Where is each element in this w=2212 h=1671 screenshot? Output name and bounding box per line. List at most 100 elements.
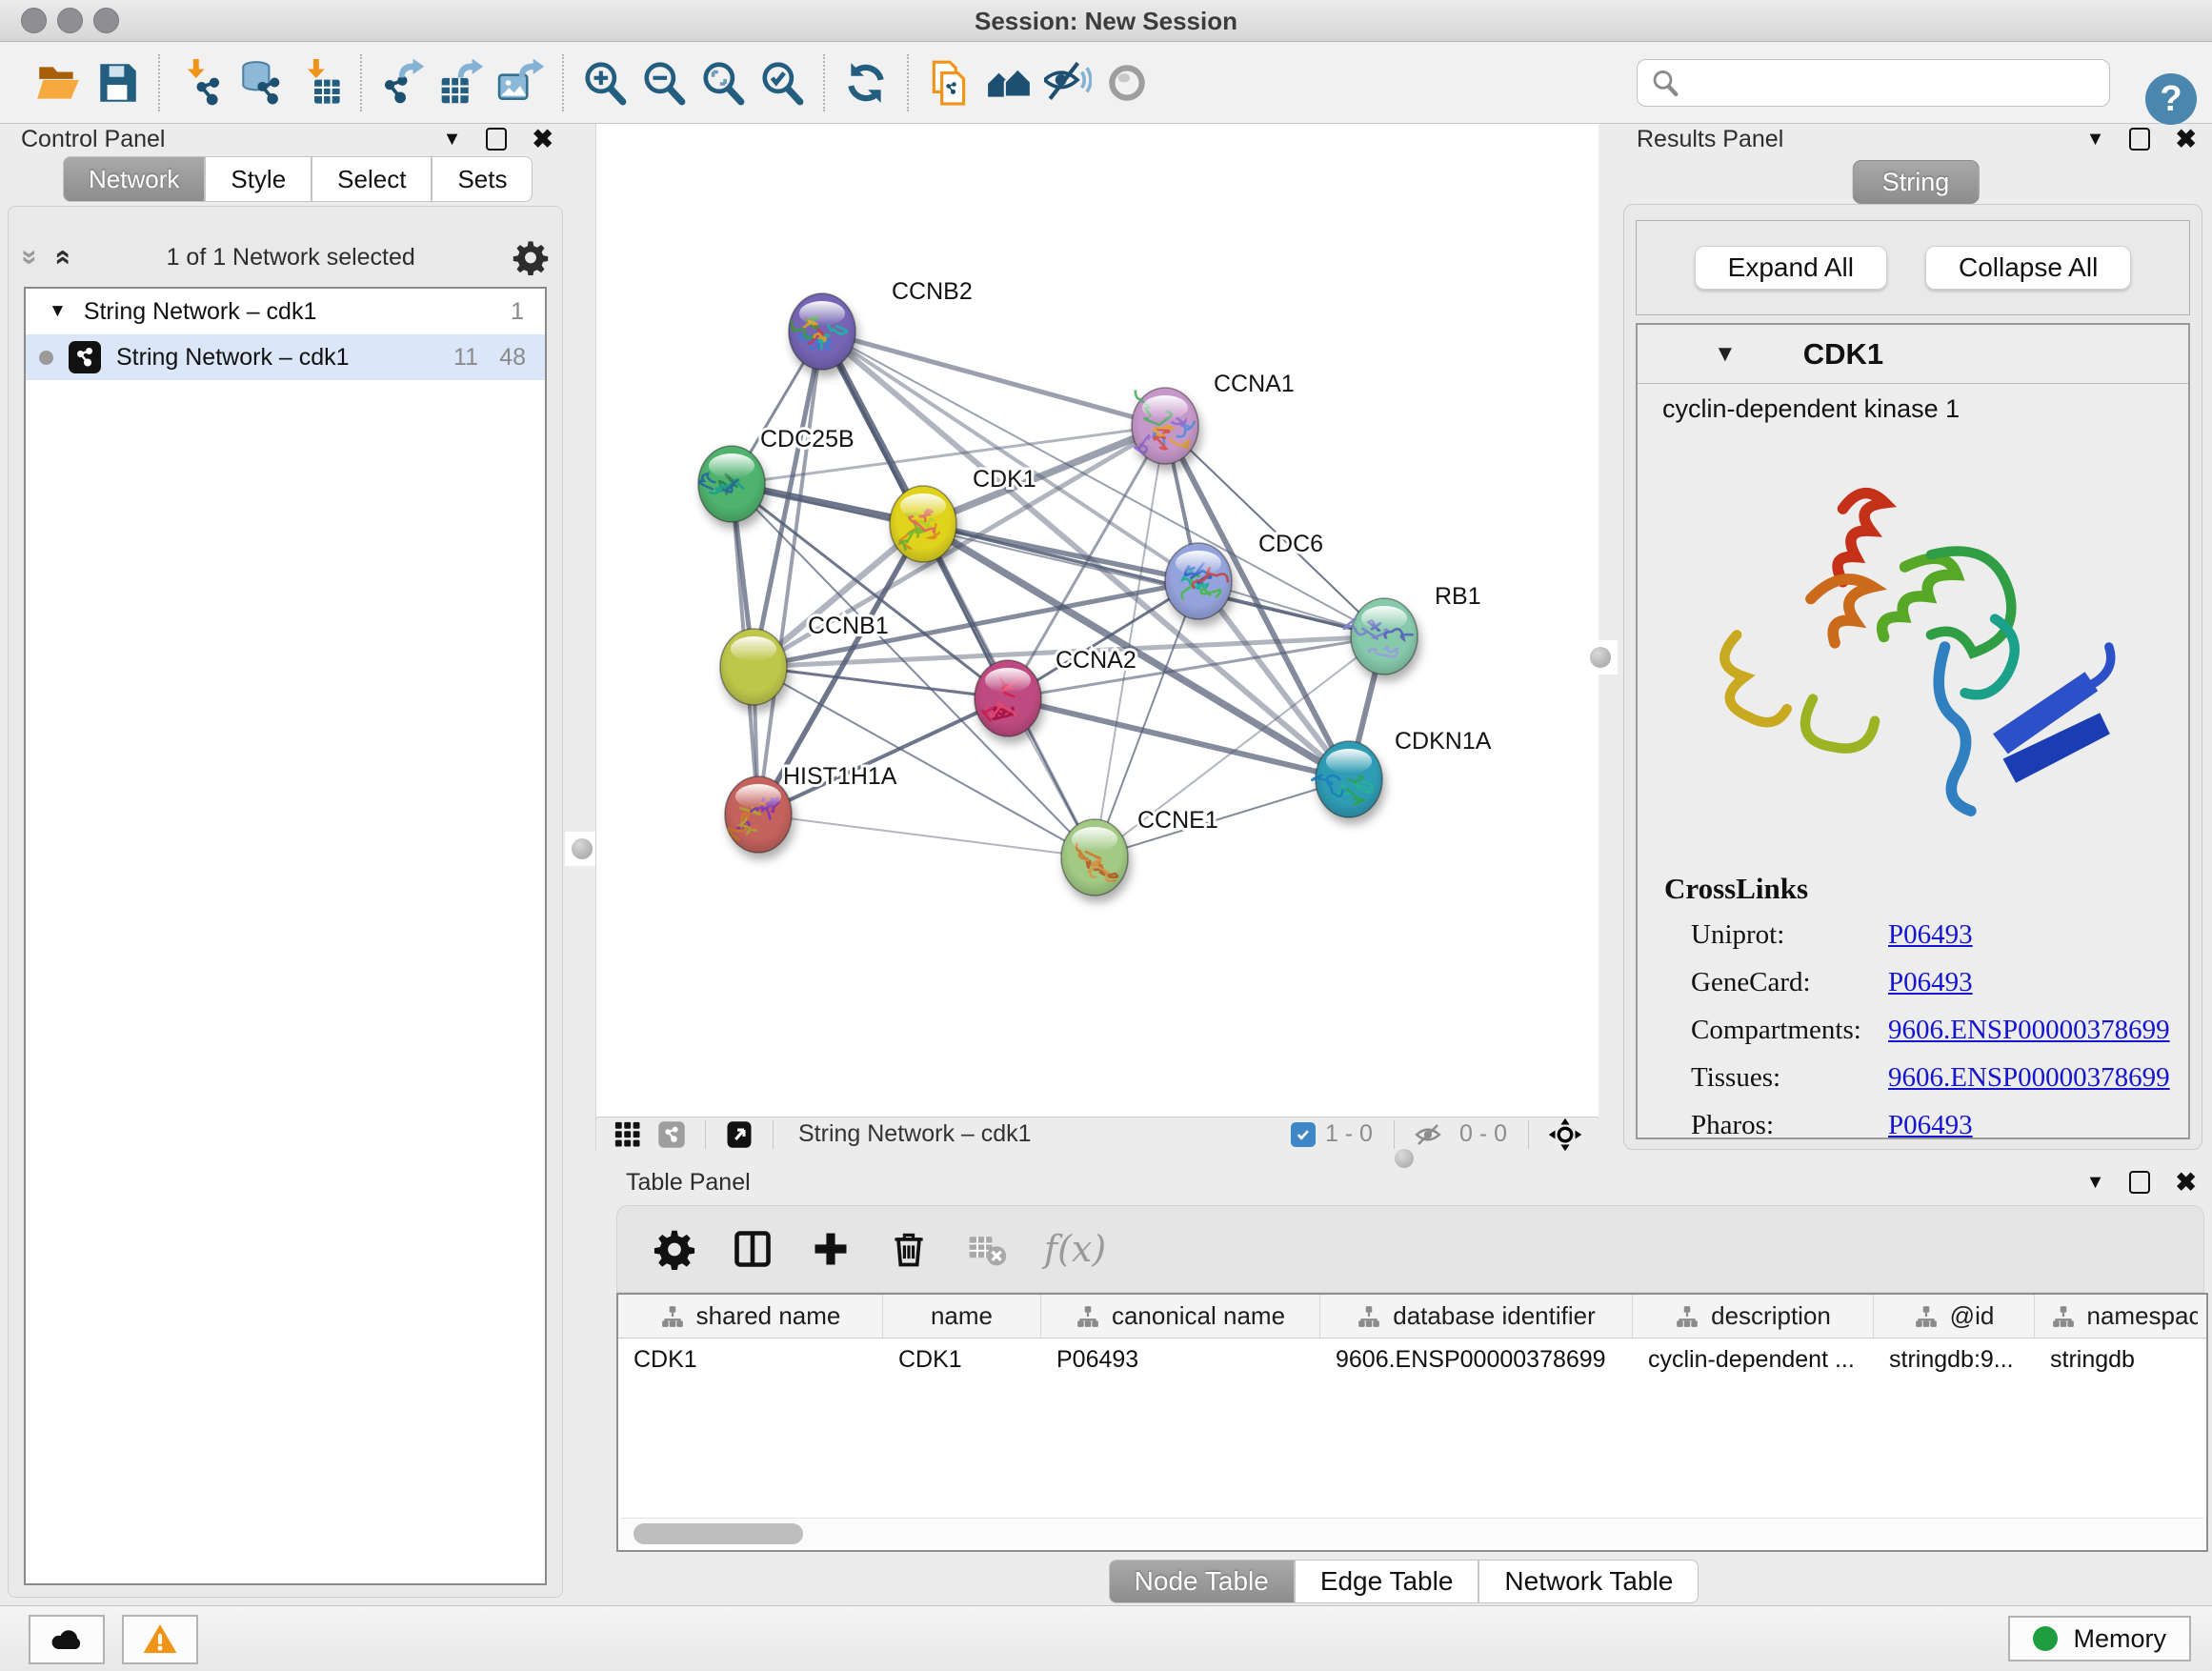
clone-network-button[interactable] [920,53,979,112]
table-cell[interactable]: 9606.ENSP00000378699 [1320,1339,1633,1380]
collapse-triangle-icon[interactable]: ▼ [1714,341,1737,368]
crosslink-link[interactable]: P06493 [1888,967,1973,998]
network-node-CDKN1A[interactable] [1312,741,1382,817]
horizontal-splitter-handle[interactable] [1395,1149,1414,1168]
search-box[interactable] [1637,59,2110,107]
add-column-icon[interactable] [810,1228,852,1270]
tab-sets[interactable]: Sets [432,156,533,202]
table-cell[interactable]: cyclin-dependent ... [1633,1339,1874,1380]
network-node-HIST1H1A[interactable] [725,776,792,853]
column-header-namespace[interactable]: namespace [2035,1295,2208,1338]
network-view-icon[interactable] [657,1120,686,1149]
table-options-gear-icon[interactable] [654,1228,695,1270]
column-header--id[interactable]: @id [1874,1295,2035,1338]
scrollbar-thumb[interactable] [633,1523,803,1544]
tab-string[interactable]: String [1853,160,1980,204]
network-node-CCNA2[interactable] [975,660,1041,736]
float-panel-icon[interactable] [2129,1171,2150,1194]
show-all-button[interactable] [979,53,1038,112]
network-node-CCNA1[interactable] [1132,388,1198,464]
network-node-CDC25B[interactable] [698,446,765,522]
hidden-eye-icon[interactable] [1414,1120,1442,1149]
network-node-RB1[interactable] [1344,598,1418,674]
panel-menu-icon[interactable]: ▼ [2086,1172,2105,1194]
column-header-name[interactable]: name [883,1295,1041,1338]
crosslink-link[interactable]: 9606.ENSP00000378699 [1888,1015,2170,1046]
function-builder-icon[interactable]: f(x) [1044,1228,1106,1270]
zoom-out-button[interactable] [634,53,694,112]
import-network-from-database-button[interactable] [231,53,290,112]
export-table-button[interactable] [432,53,492,112]
right-splitter-handle[interactable] [1583,640,1618,674]
left-splitter[interactable] [569,124,595,1605]
column-header-canonical-name[interactable]: canonical name [1041,1295,1320,1338]
show-columns-icon[interactable] [732,1228,774,1270]
delete-table-icon[interactable] [966,1228,1008,1270]
memory-button[interactable]: Memory [2008,1616,2191,1661]
tab-select[interactable]: Select [312,156,432,202]
search-input[interactable] [1689,70,2109,96]
table-cell[interactable]: stringdb:9... [1874,1339,2035,1380]
crosslink-link[interactable]: P06493 [1888,919,1973,951]
delete-column-icon[interactable] [888,1228,930,1270]
node-section-header[interactable]: ▼ CDK1 [1638,325,2188,384]
tab-edge-table[interactable]: Edge Table [1295,1560,1479,1603]
detach-view-icon[interactable] [725,1120,754,1149]
expand-all-icon[interactable]: » [47,250,75,266]
collapse-all-button[interactable]: Collapse All [1925,246,2131,290]
network-node-CCNE1[interactable] [1061,819,1128,896]
export-network-button[interactable] [373,53,432,112]
crosslink-link[interactable]: 9606.ENSP00000378699 [1888,1062,2170,1094]
apply-layout-button[interactable] [836,53,895,112]
tab-network[interactable]: Network [63,156,205,202]
close-panel-icon[interactable]: ✖ [532,127,553,152]
float-panel-icon[interactable] [2129,128,2150,151]
show-hidden-button[interactable] [1097,53,1156,112]
table-horizontal-scrollbar[interactable] [620,1518,2204,1548]
import-network-from-file-button[interactable] [171,53,231,112]
column-header-shared-name[interactable]: shared name [618,1295,883,1338]
table-cell[interactable]: CDK1 [618,1339,883,1380]
network-node-CCNB1[interactable] [720,629,787,705]
network-row[interactable]: String Network – cdk1 11 48 [26,334,545,380]
table-row[interactable]: CDK1CDK1P064939606.ENSP00000378699cyclin… [618,1339,2206,1380]
zoom-in-button[interactable] [575,53,634,112]
expand-all-button[interactable]: Expand All [1695,246,1887,290]
zoom-selected-button[interactable] [753,53,812,112]
hide-selected-button[interactable] [1038,53,1097,112]
crosslink-link[interactable]: P06493 [1888,1110,1973,1139]
table-cell[interactable]: P06493 [1041,1339,1320,1380]
panel-menu-icon[interactable]: ▼ [2086,129,2105,151]
save-session-button[interactable] [88,53,147,112]
tab-style[interactable]: Style [205,156,312,202]
collapse-all-icon[interactable]: » [15,250,44,266]
gear-icon[interactable] [513,239,549,275]
network-canvas[interactable]: CCNB2CCNA1CDC25BCDK1CDC6RB1CCNB1CCNA2CDK… [596,124,1599,1117]
right-splitter[interactable] [1599,124,1619,1167]
tab-network-table[interactable]: Network Table [1478,1560,1699,1603]
table-cell[interactable]: CDK1 [883,1339,1041,1380]
help-button[interactable]: ? [2145,73,2197,125]
grid-view-icon[interactable] [613,1120,642,1149]
left-splitter-handle[interactable] [565,832,599,866]
tab-node-table[interactable]: Node Table [1109,1560,1295,1603]
open-session-button[interactable] [29,53,88,112]
zoom-fit-button[interactable] [694,53,753,112]
column-header-database-identifier[interactable]: database identifier [1320,1295,1633,1338]
collapse-triangle-icon[interactable]: ▼ [49,301,67,322]
float-panel-icon[interactable] [486,128,507,151]
table-cell[interactable]: stringdb [2035,1339,2208,1380]
close-panel-icon[interactable]: ✖ [2175,1170,2197,1196]
cloud-status-button[interactable] [29,1615,105,1664]
selected-checkbox-icon[interactable] [1291,1122,1316,1147]
export-image-button[interactable] [492,53,551,112]
import-table-from-file-button[interactable] [290,53,349,112]
warnings-button[interactable] [122,1615,198,1664]
close-panel-icon[interactable]: ✖ [2175,127,2197,152]
network-node-CCNB2[interactable] [789,293,855,370]
network-node-CDC6[interactable] [1165,543,1232,619]
network-collection-row[interactable]: ▼ String Network – cdk1 1 [26,289,545,334]
network-node-CDK1[interactable] [890,486,956,562]
birds-eye-icon[interactable] [1548,1117,1582,1152]
panel-menu-icon[interactable]: ▼ [443,129,462,151]
